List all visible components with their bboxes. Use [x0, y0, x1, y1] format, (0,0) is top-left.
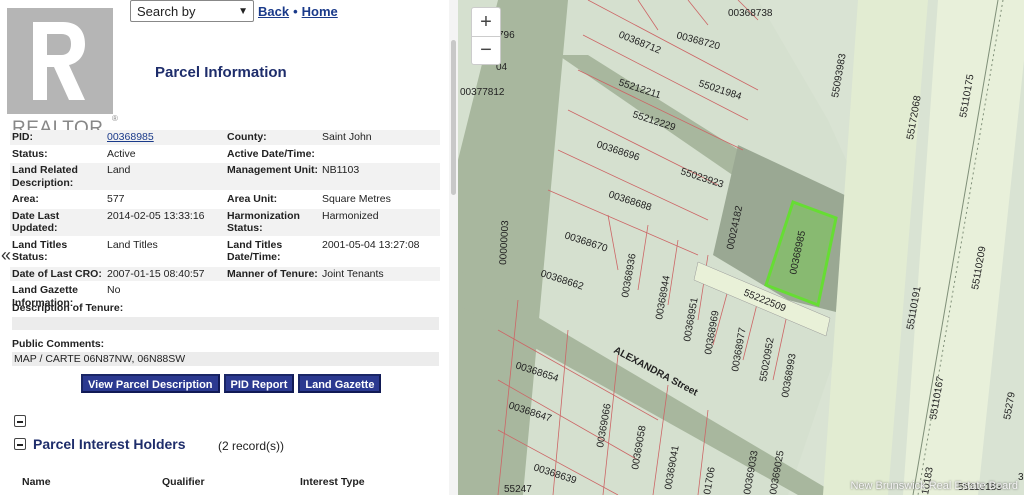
field-row: PID: 00368985 County: Saint John — [10, 130, 440, 145]
field-label: Date of Last CRO: — [12, 267, 102, 280]
interest-holders-header: Name Qualifier Interest Type — [22, 476, 442, 488]
svg-text:00000003: 00000003 — [498, 220, 511, 265]
parcel-panel: Search by ▼ Back • Home REALTOR ® Parcel… — [0, 0, 458, 495]
collapse-toggle-icon[interactable] — [14, 415, 26, 427]
field-row: Date of Last CRO: 2007-01-15 08:40:57 Mann… — [10, 266, 440, 281]
public-comments-label: Public Comments: — [12, 338, 105, 350]
realtor-logo: REALTOR ® — [4, 6, 120, 139]
public-comments-value: MAP / CARTE 06N87NW, 06N88SW — [12, 352, 439, 366]
column-name: Name — [22, 476, 51, 488]
field-label: Management Unit: — [227, 164, 319, 176]
realtor-r-mark — [7, 8, 113, 114]
pid-report-button[interactable]: PID Report — [223, 374, 295, 393]
field-label: Area: — [12, 193, 39, 205]
top-toolbar: Search by ▼ Back • Home — [130, 0, 338, 22]
scrollbar-thumb[interactable] — [451, 40, 456, 195]
field-label: County: — [227, 131, 267, 143]
registered-mark: ® — [112, 114, 118, 123]
field-row: Date Last Updated: 2014-02-05 13:33:16 Har… — [10, 208, 440, 236]
field-label: Land Related Description: — [12, 164, 78, 189]
view-parcel-description-button[interactable]: View Parcel Description — [81, 374, 220, 393]
field-value: Active — [107, 147, 136, 160]
field-value: Square Metres — [322, 193, 391, 205]
field-label — [225, 283, 320, 310]
r-letter-icon — [33, 22, 85, 100]
back-link[interactable]: Back — [258, 4, 289, 19]
field-label: Status: — [12, 147, 48, 160]
column-qualifier: Qualifier — [162, 476, 205, 488]
tenure-value — [12, 317, 439, 330]
zoom-out-button[interactable]: − — [472, 36, 500, 64]
field-label: Land Titles Status: — [12, 238, 68, 264]
map-canvas[interactable]: 00368738 00368712 00368720 55021984 5521… — [458, 0, 1024, 495]
field-value: 2007-01-15 08:40:57 — [107, 267, 205, 280]
column-interest-type: Interest Type — [300, 476, 365, 488]
page-title: Parcel Information — [155, 64, 287, 81]
interest-holders-toggle-icon[interactable] — [14, 438, 26, 450]
field-value: NB1103 — [322, 164, 360, 176]
separator-bullet: • — [293, 3, 298, 19]
field-label: Land Titles Date/Time: — [227, 238, 283, 264]
field-row: Status: Active Active Date/Time: — [10, 146, 440, 162]
field-label: Area Unit: — [227, 193, 278, 205]
svg-text:3: 3 — [1018, 472, 1024, 483]
field-row: Area: 577 Area Unit: Square Metres — [10, 192, 440, 207]
nbreb-watermark: New Brunswick Real Estate Board — [850, 480, 1018, 492]
field-value: 577 — [107, 193, 125, 205]
field-value: Harmonized — [322, 209, 379, 222]
field-value: Saint John — [322, 131, 372, 143]
field-value: 2001-05-04 13:27:08 — [322, 238, 420, 251]
field-value: Land Titles — [107, 238, 158, 251]
field-label: Date Last Updated: — [12, 209, 60, 235]
chevron-down-icon: ▼ — [238, 5, 248, 17]
field-value: Land — [107, 164, 131, 176]
map-zoom-control: + − — [471, 7, 501, 65]
svg-text:55247: 55247 — [504, 484, 532, 495]
pid-link[interactable]: 00368985 — [105, 130, 225, 145]
field-row: Land Titles Status: Land Titles Land Title… — [10, 237, 440, 265]
field-label: Active Date/Time: — [227, 147, 315, 160]
parcel-map[interactable]: 00368738 00368712 00368720 55021984 5521… — [458, 0, 1024, 495]
field-value — [320, 283, 440, 310]
field-row: Land Related Description: Land Management … — [10, 163, 440, 190]
search-by-select[interactable]: Search by ▼ — [130, 0, 254, 22]
action-buttons: View Parcel Description PID Report Land … — [81, 374, 382, 393]
interest-holders-title: Parcel Interest Holders — [33, 436, 186, 452]
field-value: Joint Tenants — [322, 267, 384, 280]
field-label: PID: — [12, 131, 33, 143]
field-value — [320, 147, 440, 162]
home-link[interactable]: Home — [302, 4, 338, 19]
search-by-label: Search by — [137, 3, 196, 19]
land-gazette-button[interactable]: Land Gazette — [298, 374, 382, 393]
field-label: Harmonization Status: — [227, 209, 300, 235]
field-label: Manner of Tenure: — [227, 267, 318, 280]
svg-text:00368738: 00368738 — [728, 8, 773, 19]
collapse-panel-icon[interactable]: « — [1, 245, 11, 266]
tenure-label: Description of Tenure: — [12, 302, 124, 314]
interest-holders-count: (2 record(s)) — [218, 439, 285, 453]
field-value: 2014-02-05 13:33:16 — [107, 209, 205, 222]
parcel-fields-grid: PID: 00368985 County: Saint John Status: Acti… — [10, 130, 440, 312]
svg-text:00377812: 00377812 — [460, 87, 505, 98]
zoom-in-button[interactable]: + — [472, 8, 500, 36]
